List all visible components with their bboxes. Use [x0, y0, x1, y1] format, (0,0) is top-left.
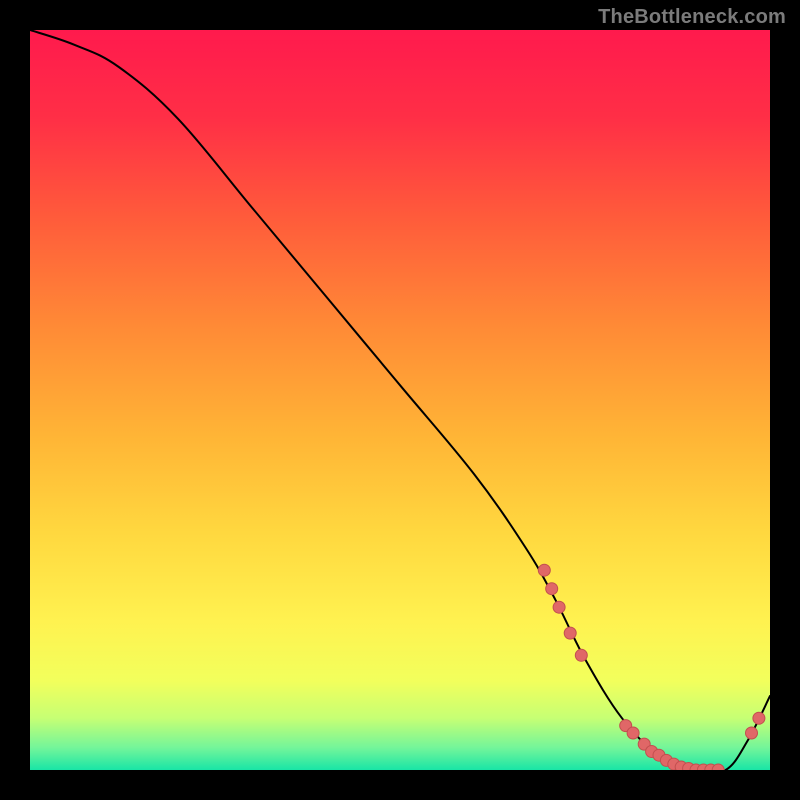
- data-point-marker: [553, 601, 565, 613]
- chart-svg: [30, 30, 770, 770]
- data-point-marker: [627, 727, 639, 739]
- data-point-marker: [546, 583, 558, 595]
- chart-stage: TheBottleneck.com: [0, 0, 800, 800]
- data-point-marker: [538, 564, 550, 576]
- chart-plot-area: [30, 30, 770, 770]
- data-point-marker: [564, 627, 576, 639]
- data-point-marker: [575, 649, 587, 661]
- data-point-marker: [746, 727, 758, 739]
- chart-background-gradient: [30, 30, 770, 770]
- watermark-text: TheBottleneck.com: [598, 6, 786, 29]
- data-point-marker: [753, 712, 765, 724]
